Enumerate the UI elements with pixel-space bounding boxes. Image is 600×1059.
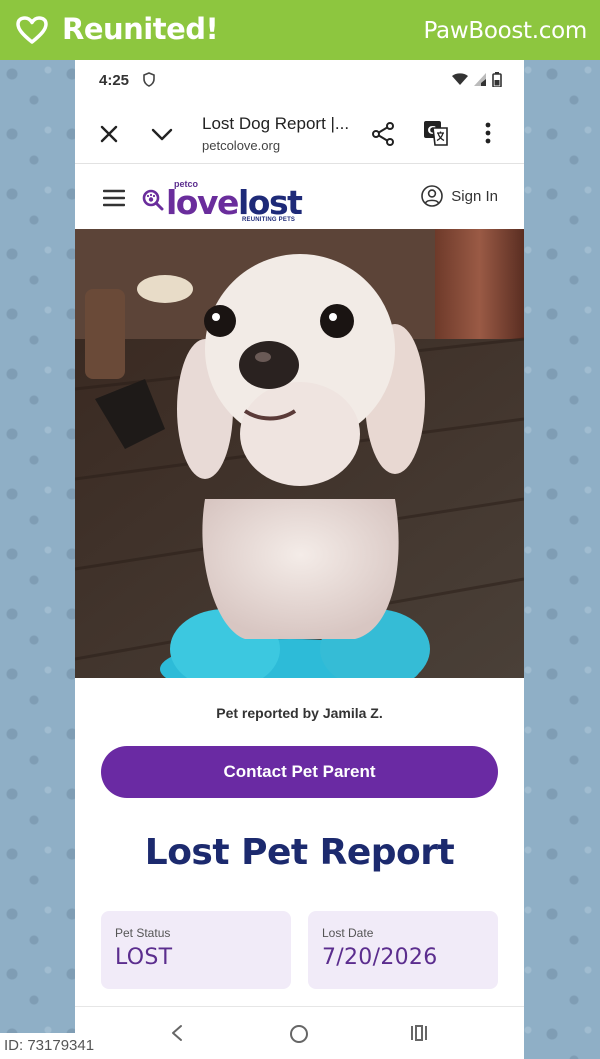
reported-by-text: Pet reported by Jamila Z. [216, 705, 383, 721]
dog-photo-illustration [75, 229, 524, 678]
shield-icon [143, 72, 155, 87]
chevron-down-icon[interactable] [151, 126, 173, 142]
user-account-icon [421, 185, 444, 207]
pet-status-card: Pet Status LOST [101, 911, 291, 989]
phone-screen: 4:25 Lost Dog Report |... petcolove.org … [75, 60, 524, 1059]
report-title: Lost Pet Report [144, 832, 455, 873]
sign-in-label: Sign In [451, 187, 498, 205]
home-nav-icon[interactable] [289, 1024, 309, 1044]
page-url[interactable]: petcolove.org [202, 138, 280, 153]
share-icon[interactable] [372, 122, 394, 146]
status-icons [452, 72, 502, 87]
logo-love-text: love [166, 183, 239, 222]
browser-toolbar: Lost Dog Report |... petcolove.org G [75, 100, 524, 164]
status-time: 4:25 [99, 72, 130, 89]
site-header: petco love lost REUNITING PETS Sign In [75, 165, 524, 229]
signal-icon [474, 73, 486, 86]
battery-icon [492, 72, 502, 87]
lost-date-label: Lost Date [322, 926, 374, 940]
brand-name: PawBoost.com [423, 18, 588, 44]
report-id-label: ID: 73179341 [0, 1033, 102, 1059]
paw-search-icon [142, 189, 164, 211]
banner-title: Reunited! [62, 12, 219, 46]
pet-photo [75, 229, 524, 678]
lost-date-card: Lost Date 7/20/2026 [308, 911, 498, 989]
pet-status-value: LOST [115, 945, 173, 970]
reunited-banner: Reunited! PawBoost.com [0, 0, 600, 60]
heart-outline-icon [16, 16, 48, 44]
translate-icon[interactable]: G [423, 120, 449, 146]
recent-apps-nav-icon[interactable] [409, 1024, 429, 1042]
hamburger-menu-icon[interactable] [103, 189, 125, 207]
status-bar: 4:25 [75, 60, 524, 100]
page-title: Lost Dog Report |... [202, 114, 350, 133]
lost-date-value: 7/20/2026 [322, 945, 438, 970]
android-nav-bar [75, 1006, 524, 1059]
pet-status-label: Pet Status [115, 926, 171, 940]
logo-tagline: REUNITING PETS [242, 217, 296, 223]
wifi-icon [452, 73, 468, 85]
back-nav-icon[interactable] [170, 1024, 184, 1042]
more-vertical-icon[interactable] [485, 122, 491, 144]
contact-pet-parent-button[interactable]: Contact Pet Parent [101, 746, 498, 798]
close-icon[interactable] [99, 124, 119, 144]
lovelost-logo[interactable]: petco love lost REUNITING PETS [140, 177, 310, 223]
sign-in-link[interactable]: Sign In [421, 185, 498, 207]
